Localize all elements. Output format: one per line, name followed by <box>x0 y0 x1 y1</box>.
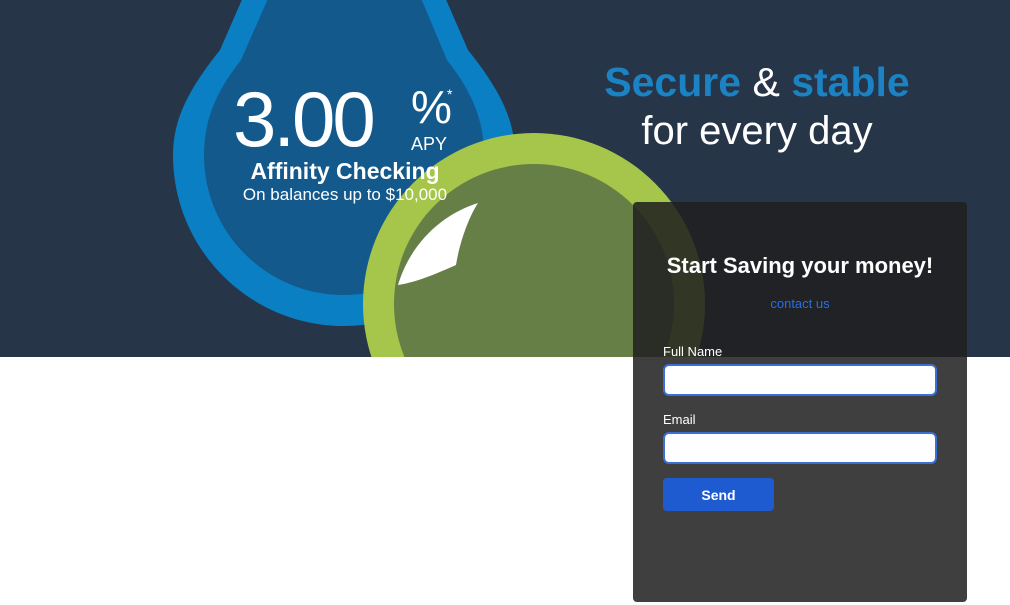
apy-percent-sign: % <box>411 81 452 133</box>
send-button[interactable]: Send <box>663 478 774 511</box>
email-label: Email <box>663 412 696 427</box>
headline-line-1: Secure & stable <box>560 58 954 106</box>
full-name-input[interactable] <box>663 364 937 396</box>
headline-secure: Secure <box>604 59 742 105</box>
apy-promo: 3.00 % * APY Affinity Checking On balanc… <box>225 78 465 206</box>
signup-form-card: Start Saving your money! contact us Full… <box>633 202 967 602</box>
email-input[interactable] <box>663 432 937 464</box>
hero-headline: Secure & stable for every day <box>560 58 954 156</box>
apy-asterisk: * <box>447 86 453 102</box>
apy-rate-value: 3.00 <box>233 75 376 163</box>
headline-ampersand: & <box>752 59 780 105</box>
product-subtitle: On balances up to $10,000 <box>242 185 448 204</box>
contact-us-link[interactable]: contact us <box>663 296 937 312</box>
apy-rate: 3.00 % * APY <box>225 78 465 160</box>
apy-label: APY <box>411 134 448 154</box>
full-name-label: Full Name <box>663 344 723 359</box>
headline-stable: stable <box>791 59 910 105</box>
headline-line-2: for every day <box>641 109 873 153</box>
form-title: Start Saving your money! <box>666 253 934 278</box>
